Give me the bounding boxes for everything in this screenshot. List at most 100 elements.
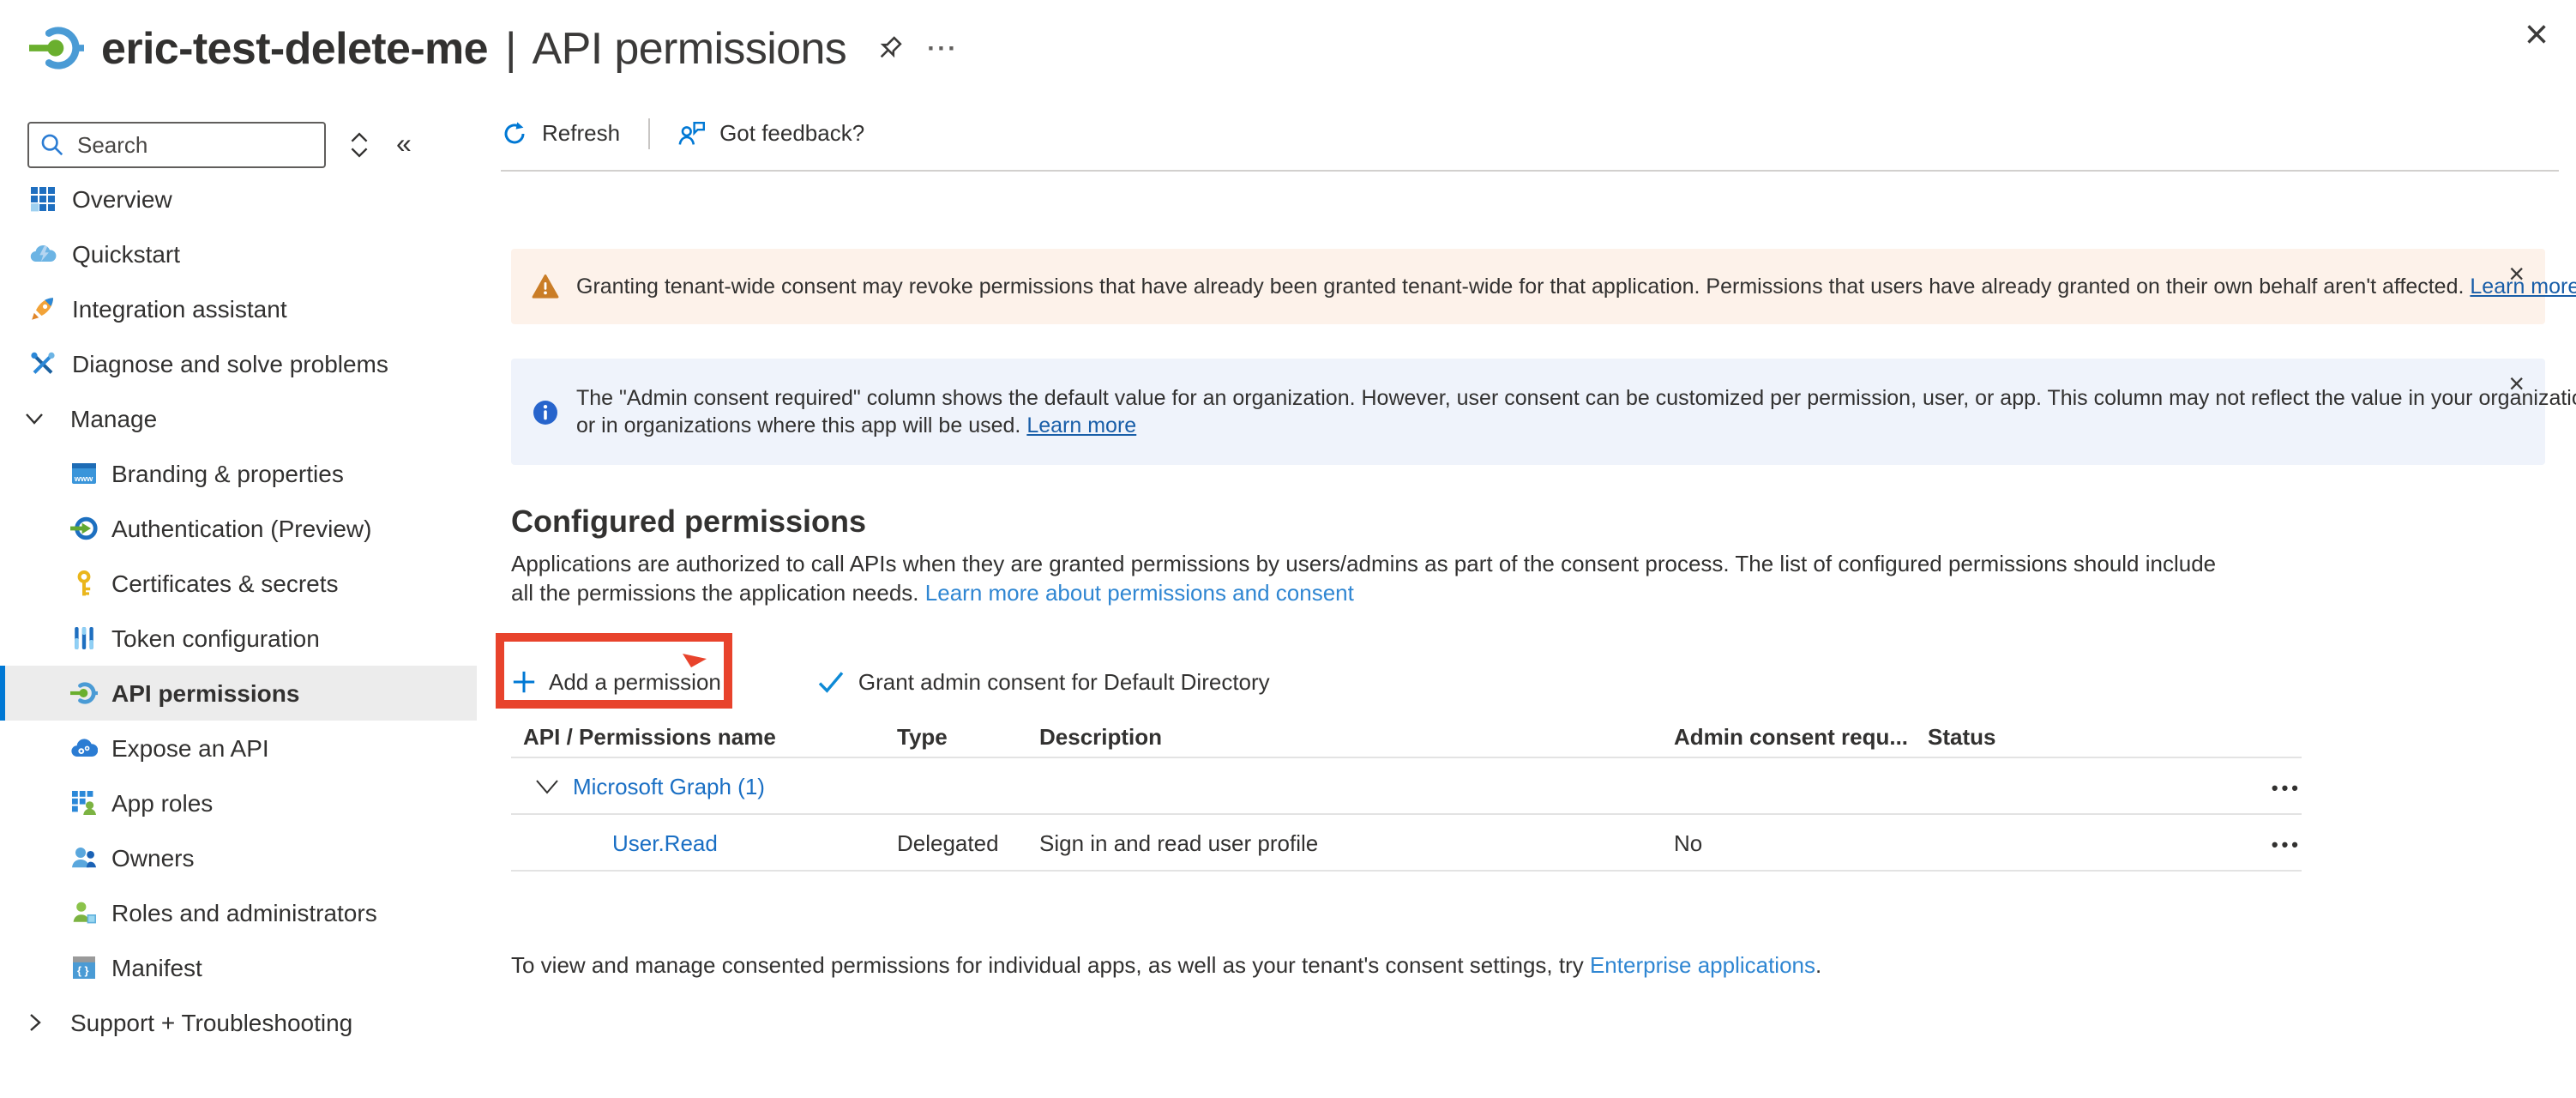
add-permission-label: Add a permission — [549, 668, 721, 694]
info-icon — [532, 397, 559, 426]
sidebar-item-api-permissions[interactable]: API permissions — [0, 666, 477, 721]
blade-header: eric-test-delete-me | API permissions ··… — [0, 0, 2576, 96]
feedback-icon — [677, 119, 706, 147]
sidebar-item-branding[interactable]: www Branding & properties — [0, 446, 477, 501]
permission-admin-consent: No — [1674, 830, 1928, 855]
info-text-line2: or in organizations where this app will … — [576, 413, 1020, 437]
warning-icon — [532, 273, 559, 300]
annotation-arrow — [683, 652, 708, 667]
app-roles-icon — [70, 789, 98, 817]
sidebar-section-support[interactable]: Support + Troubleshooting — [0, 995, 477, 1050]
svg-text:{ }: { } — [77, 964, 89, 977]
row-menu-icon[interactable]: ••• — [2272, 835, 2302, 855]
microsoft-graph-link[interactable]: Microsoft Graph (1) — [573, 773, 765, 799]
title-separator: | — [505, 21, 517, 75]
collapse-sidebar-icon[interactable]: « — [396, 131, 412, 159]
column-header-type: Type — [897, 724, 1039, 750]
close-icon[interactable]: × — [2508, 372, 2525, 400]
warning-banner: Granting tenant-wide consent may revoke … — [511, 249, 2545, 324]
sidebar-section-label: Support + Troubleshooting — [70, 1009, 352, 1036]
enterprise-applications-link[interactable]: Enterprise applications — [1590, 952, 1815, 978]
key-icon — [70, 570, 98, 597]
sidebar-nav: Overview Quickstart — [0, 172, 477, 1050]
sidebar-item-authentication[interactable]: Authentication (Preview) — [0, 501, 477, 556]
configured-permissions-heading: Configured permissions — [511, 503, 2545, 540]
sidebar-item-expose-an-api[interactable]: Expose an API — [0, 721, 477, 775]
refresh-icon — [501, 119, 528, 147]
footer-text: To view and manage consented permissions… — [511, 952, 1590, 978]
sidebar-item-label: Owners — [111, 844, 194, 872]
branding-icon: www — [70, 460, 98, 487]
refresh-label: Refresh — [542, 120, 620, 146]
sidebar-item-label: Branding & properties — [111, 460, 344, 487]
sidebar-item-label: Integration assistant — [72, 295, 287, 323]
sidebar-item-label: API permissions — [111, 679, 299, 707]
sidebar-section-manage[interactable]: Manage — [0, 391, 477, 446]
sidebar-item-app-roles[interactable]: App roles — [0, 775, 477, 830]
search-icon — [39, 132, 65, 158]
sidebar-item-certificates[interactable]: Certificates & secrets — [0, 556, 477, 611]
permissions-consent-link[interactable]: Learn more about permissions and consent — [925, 579, 1354, 605]
search-input[interactable] — [74, 125, 321, 165]
refresh-button[interactable]: Refresh — [501, 119, 620, 147]
sidebar-item-label: Expose an API — [111, 734, 269, 762]
sidebar-item-owners[interactable]: Owners — [0, 830, 477, 885]
roles-administrators-icon — [70, 899, 98, 926]
column-header-name: API / Permissions name — [511, 724, 897, 750]
column-header-description: Description — [1039, 724, 1674, 750]
api-permissions-icon — [70, 679, 98, 707]
sidebar-item-quickstart[interactable]: Quickstart — [0, 226, 477, 281]
close-icon[interactable]: × — [2508, 262, 2525, 290]
overview-icon — [29, 185, 57, 213]
column-header-admin-consent: Admin consent requ... — [1674, 724, 1928, 750]
pin-icon[interactable] — [874, 33, 903, 63]
sidebar: « Overview Quickstart — [0, 96, 477, 1098]
main-panel: Refresh Got feedback? — [477, 96, 2576, 1098]
grant-admin-consent-button[interactable]: Grant admin consent for Default Director… — [817, 668, 1270, 694]
table-row: User.Read Delegated Sign in and read use… — [511, 815, 2302, 872]
quickstart-icon — [29, 240, 57, 268]
description-line2: all the permissions the application need… — [511, 579, 919, 605]
warning-text: Granting tenant-wide consent may revoke … — [576, 274, 2464, 299]
feedback-button[interactable]: Got feedback? — [677, 119, 864, 147]
app-registration-icon — [29, 21, 84, 75]
sidebar-item-diagnose[interactable]: Diagnose and solve problems — [0, 336, 477, 391]
sidebar-item-label: Token configuration — [111, 624, 320, 652]
sidebar-item-label: Quickstart — [72, 240, 180, 268]
permissions-table: API / Permissions name Type Description … — [511, 717, 2302, 872]
plus-icon — [511, 668, 537, 694]
more-actions-icon[interactable]: ··· — [927, 33, 958, 63]
description-line1: Applications are authorized to call APIs… — [511, 551, 2216, 576]
sidebar-item-roles-and-administrators[interactable]: Roles and administrators — [0, 885, 477, 940]
owners-icon — [70, 844, 98, 872]
command-bar: Refresh Got feedback? — [501, 96, 2559, 172]
row-menu-icon[interactable]: ••• — [2272, 778, 2302, 799]
user-read-link[interactable]: User.Read — [612, 830, 718, 855]
sidebar-item-manifest[interactable]: { } Manifest — [0, 940, 477, 995]
sidebar-item-label: Manifest — [111, 954, 202, 981]
sliders-icon — [70, 624, 98, 652]
authentication-icon — [70, 515, 98, 542]
sidebar-item-integration-assistant[interactable]: Integration assistant — [0, 281, 477, 336]
close-blade-icon[interactable]: × — [2525, 15, 2549, 57]
app-permissions-blade: eric-test-delete-me | API permissions ··… — [0, 0, 2576, 1098]
permissions-description: Applications are authorized to call APIs… — [511, 551, 2545, 607]
sidebar-item-label: Overview — [72, 185, 172, 213]
svg-text:www: www — [74, 474, 93, 483]
sidebar-item-token-configuration[interactable]: Token configuration — [0, 611, 477, 666]
expand-chevron-icon[interactable] — [535, 778, 559, 793]
info-banner: The "Admin consent required" column show… — [511, 359, 2545, 465]
chevron-down-icon — [24, 408, 45, 429]
sidebar-search — [27, 122, 326, 168]
info-learn-more-link[interactable]: Learn more — [1026, 413, 1136, 437]
sidebar-item-overview[interactable]: Overview — [0, 172, 477, 226]
sidebar-item-label: Diagnose and solve problems — [72, 350, 388, 377]
grant-admin-consent-label: Grant admin consent for Default Director… — [858, 668, 1270, 694]
permissions-actions: Add a permission Grant admin consent for… — [511, 655, 2545, 707]
footer-suffix: . — [1815, 952, 1821, 978]
add-permission-button[interactable]: Add a permission — [511, 668, 721, 694]
page-subtitle: API permissions — [533, 21, 847, 75]
reorder-toggle-icon[interactable] — [348, 132, 370, 158]
table-row: Microsoft Graph (1) ••• — [511, 758, 2302, 815]
info-text-line1: The "Admin consent required" column show… — [576, 386, 2576, 410]
